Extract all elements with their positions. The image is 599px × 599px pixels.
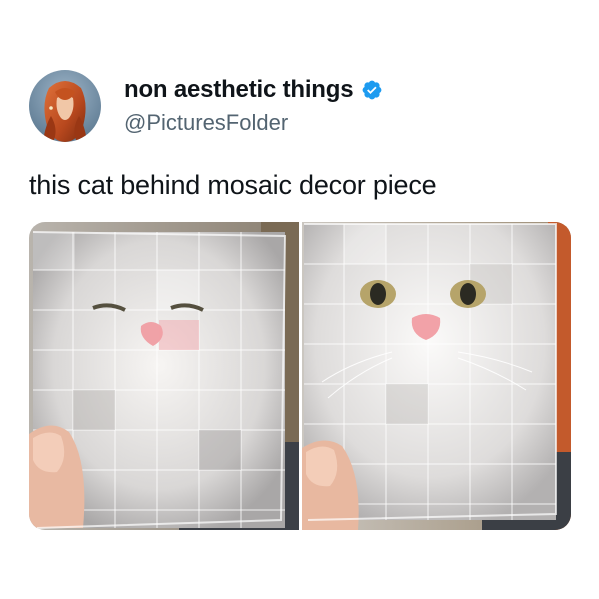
mosaic-cat-photo-close: [301, 222, 571, 530]
handle[interactable]: @PicturesFolder: [124, 110, 288, 136]
name-row: non aesthetic things: [124, 76, 383, 104]
tweet-text: this cat behind mosaic decor piece: [29, 170, 437, 200]
verified-badge-icon: [361, 79, 383, 101]
tweet-card: non aesthetic things @PicturesFolder thi…: [0, 0, 599, 599]
media-image-left[interactable]: [29, 222, 299, 530]
display-name[interactable]: non aesthetic things: [124, 76, 354, 104]
media-grid[interactable]: [29, 222, 571, 530]
avatar-image: [29, 70, 101, 142]
avatar[interactable]: [29, 70, 101, 142]
mosaic-cat-photo-far: [29, 222, 299, 530]
media-image-right[interactable]: [301, 222, 571, 530]
